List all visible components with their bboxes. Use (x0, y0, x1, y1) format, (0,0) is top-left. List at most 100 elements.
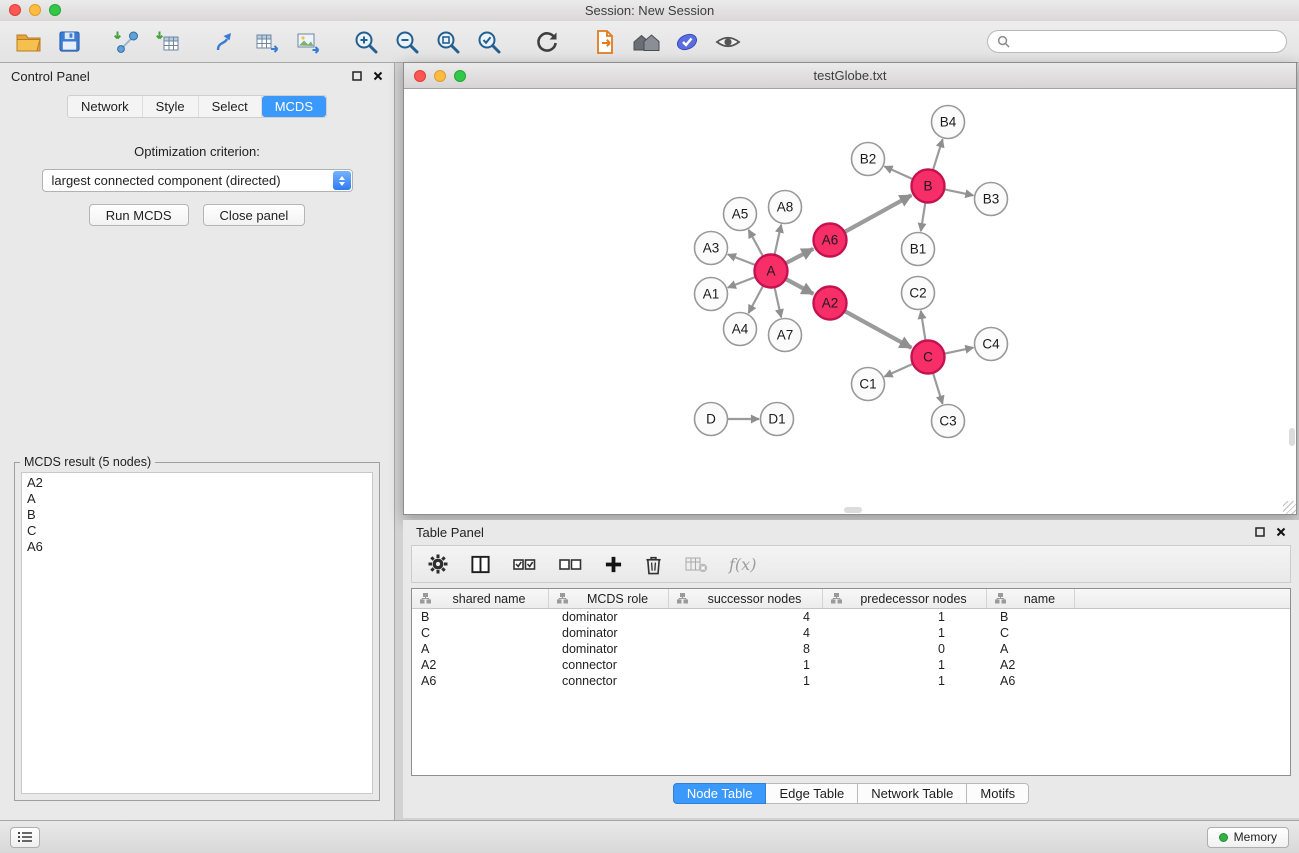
table-cell[interactable]: 4 (669, 625, 823, 641)
zoom-selected-button[interactable] (473, 26, 505, 58)
close-panel-icon[interactable] (1276, 527, 1286, 537)
new-network-button[interactable] (210, 26, 242, 58)
network-window-titlebar[interactable]: testGlobe.txt (404, 63, 1296, 89)
node-A6[interactable]: A6 (814, 224, 847, 257)
node-C3[interactable]: C3 (932, 405, 965, 438)
column-header-MCDS-role[interactable]: MCDS role (549, 589, 669, 608)
edge-A-A2[interactable] (786, 279, 814, 294)
list-item[interactable]: A6 (27, 539, 367, 555)
import-table-button[interactable] (152, 26, 184, 58)
minimize-window-icon[interactable] (29, 4, 41, 16)
node-A5[interactable]: A5 (724, 198, 757, 231)
node-A7[interactable]: A7 (769, 319, 802, 352)
maximize-window-icon[interactable] (454, 70, 466, 82)
close-window-icon[interactable] (414, 70, 426, 82)
node-A[interactable]: A (755, 255, 788, 288)
close-panel-button[interactable]: Close panel (203, 204, 306, 226)
table-cell[interactable]: 1 (823, 673, 987, 689)
edge-C-C2[interactable] (921, 311, 926, 341)
node-B1[interactable]: B1 (902, 233, 935, 266)
table-cell[interactable]: dominator (549, 609, 669, 625)
node-A2[interactable]: A2 (814, 287, 847, 320)
table-cell[interactable]: B (987, 609, 1075, 625)
table-cell[interactable]: B (412, 609, 549, 625)
table-cell[interactable]: A6 (412, 673, 549, 689)
function-builder-button[interactable]: f(x) (729, 555, 756, 574)
tab-motifs[interactable]: Motifs (967, 783, 1029, 804)
node-D[interactable]: D (695, 403, 728, 436)
table-cell[interactable]: 0 (823, 641, 987, 657)
tab-select[interactable]: Select (199, 96, 262, 117)
edge-B-B4[interactable] (933, 139, 943, 170)
node-B[interactable]: B (912, 170, 945, 203)
edge-A6-B[interactable] (845, 195, 912, 232)
vertical-scrollbar-thumb[interactable] (1289, 428, 1295, 446)
edge-B-B2[interactable] (884, 166, 913, 179)
export-image-button[interactable] (292, 26, 324, 58)
node-C2[interactable]: C2 (902, 277, 935, 310)
tab-mcds[interactable]: MCDS (262, 96, 326, 117)
maximize-window-icon[interactable] (49, 4, 61, 16)
criterion-dropdown[interactable]: largest connected component (directed) (42, 169, 353, 192)
close-window-icon[interactable] (9, 4, 21, 16)
column-header-successor-nodes[interactable]: successor nodes (669, 589, 823, 608)
node-C4[interactable]: C4 (975, 328, 1008, 361)
resize-grip[interactable] (1283, 501, 1296, 514)
edge-A-A7[interactable] (775, 287, 782, 317)
node-A4[interactable]: A4 (724, 313, 757, 346)
table-row[interactable]: Cdominator41C (412, 625, 1290, 641)
table-cell[interactable]: connector (549, 657, 669, 673)
search-input[interactable] (1016, 35, 1277, 49)
column-header-predecessor-nodes[interactable]: predecessor nodes (823, 589, 987, 608)
table-row[interactable]: Adominator80A (412, 641, 1290, 657)
zoom-in-button[interactable] (350, 26, 382, 58)
table-cell[interactable]: A (412, 641, 549, 657)
tab-node-table[interactable]: Node Table (673, 783, 767, 804)
table-cell[interactable]: dominator (549, 641, 669, 657)
node-A8[interactable]: A8 (769, 191, 802, 224)
list-item[interactable]: A2 (27, 475, 367, 491)
horizontal-scrollbar-thumb[interactable] (844, 507, 862, 513)
table-settings-button[interactable] (427, 553, 449, 575)
mcds-result-list[interactable]: A2ABCA6 (21, 472, 373, 794)
edge-A-A5[interactable] (749, 230, 764, 257)
run-mcds-button[interactable]: Run MCDS (89, 204, 189, 226)
table-cell[interactable]: 1 (823, 625, 987, 641)
edge-A-A6[interactable] (786, 249, 814, 263)
close-panel-icon[interactable] (373, 71, 383, 81)
node-B2[interactable]: B2 (852, 143, 885, 176)
table-cell[interactable]: connector (549, 673, 669, 689)
table-cell[interactable]: C (987, 625, 1075, 641)
delete-column-button[interactable] (644, 554, 663, 575)
table-cell[interactable]: A6 (987, 673, 1075, 689)
edge-C-C3[interactable] (933, 373, 943, 404)
float-panel-icon[interactable] (352, 71, 362, 81)
memory-button[interactable]: Memory (1207, 827, 1289, 848)
edge-A-A8[interactable] (775, 225, 782, 255)
table-cell[interactable]: dominator (549, 625, 669, 641)
node-D1[interactable]: D1 (761, 403, 794, 436)
edge-C-C4[interactable] (944, 348, 973, 354)
table-cell[interactable]: 1 (669, 657, 823, 673)
check-badge-button[interactable] (671, 26, 703, 58)
node-B3[interactable]: B3 (975, 183, 1008, 216)
select-all-button[interactable] (512, 554, 537, 574)
edge-B-B1[interactable] (921, 202, 926, 231)
tab-style[interactable]: Style (143, 96, 199, 117)
node-A1[interactable]: A1 (695, 278, 728, 311)
table-cell[interactable]: 1 (823, 657, 987, 673)
edge-A2-C[interactable] (845, 311, 912, 348)
list-item[interactable]: B (27, 507, 367, 523)
houses-button[interactable] (630, 26, 662, 58)
clear-table-button[interactable] (684, 554, 708, 574)
node-C1[interactable]: C1 (852, 368, 885, 401)
column-header-name[interactable]: name (987, 589, 1075, 608)
open-session-button[interactable] (12, 26, 44, 58)
edge-B-B3[interactable] (944, 189, 973, 195)
node-C[interactable]: C (912, 341, 945, 374)
edge-A-A1[interactable] (728, 277, 756, 288)
edge-A-A3[interactable] (728, 254, 756, 265)
table-cell[interactable]: A2 (987, 657, 1075, 673)
search-box[interactable] (987, 30, 1287, 53)
edge-C-C1[interactable] (884, 364, 913, 377)
